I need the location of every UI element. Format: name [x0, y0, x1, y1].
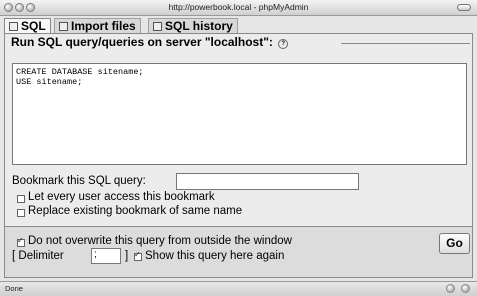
delimiter-label: [ Delimiter [12, 250, 64, 262]
window-titlebar: http://powerbook.local - phpMyAdmin [0, 0, 477, 16]
delimiter-input[interactable]: ; [91, 248, 121, 264]
status-bar [0, 281, 477, 296]
tab-sql-label: SQL [21, 19, 46, 33]
security-status-icon[interactable] [446, 284, 455, 293]
tab-history-label: SQL history [165, 19, 233, 33]
query-legend-text: Run SQL query/queries on server "localho… [11, 35, 273, 49]
let-every-user-label: Let every user access this bookmark [28, 191, 215, 203]
show-query-again-label: Show this query here again [145, 250, 285, 262]
tab-sql[interactable]: SQL [4, 18, 51, 34]
history-icon [153, 22, 162, 31]
sql-query-textarea[interactable]: CREATE DATABASE sitename; USE sitename; [12, 63, 467, 165]
import-icon [59, 22, 68, 31]
tab-sql-history[interactable]: SQL history [148, 18, 238, 34]
show-query-again-checkbox[interactable] [134, 250, 142, 261]
query-legend: Run SQL query/queries on server "localho… [8, 35, 292, 49]
bookmark-label: Bookmark this SQL query: [12, 175, 146, 187]
let-every-user-checkbox[interactable] [17, 195, 25, 203]
tab-import-files[interactable]: Import files [54, 18, 141, 34]
legend-divider [341, 43, 470, 44]
no-overwrite-label: Do not overwrite this query from outside… [28, 235, 292, 247]
delimiter-bracket-close: ] [125, 250, 129, 262]
tab-import-label: Import files [71, 19, 136, 33]
replace-bookmark-checkbox[interactable] [17, 209, 25, 217]
help-icon[interactable]: ? [278, 39, 289, 49]
network-status-icon[interactable] [461, 284, 470, 293]
status-text: Done [5, 284, 23, 293]
replace-bookmark-label: Replace existing bookmark of same name [28, 205, 243, 217]
toolbar-toggle-icon[interactable] [457, 4, 471, 11]
window-title: http://powerbook.local - phpMyAdmin [168, 2, 309, 12]
go-button[interactable]: Go [439, 233, 470, 254]
bookmark-input[interactable] [176, 173, 359, 190]
sql-icon [9, 22, 18, 31]
no-overwrite-checkbox[interactable] [17, 236, 25, 247]
